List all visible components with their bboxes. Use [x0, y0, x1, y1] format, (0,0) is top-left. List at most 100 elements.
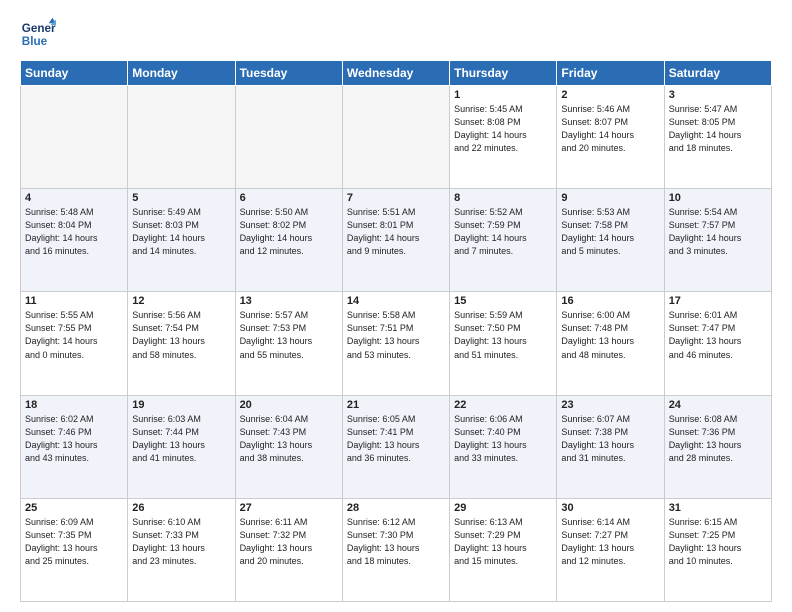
- calendar-week-row: 18 Sunrise: 6:02 AMSunset: 7:46 PMDayligh…: [21, 395, 772, 498]
- day-number: 21: [347, 399, 445, 411]
- calendar-cell: 5 Sunrise: 5:49 AMSunset: 8:03 PMDaylight…: [128, 189, 235, 292]
- calendar-cell: [342, 86, 449, 189]
- calendar-cell: 1 Sunrise: 5:45 AMSunset: 8:08 PMDaylight…: [450, 86, 557, 189]
- day-number: 7: [347, 192, 445, 204]
- day-number: 20: [240, 399, 338, 411]
- calendar-cell: 25Sunrise: 6:09 AMSunset: 7:35 PMDayligh…: [21, 498, 128, 601]
- day-info: Sunrise: 6:07 AMSunset: 7:38 PMDaylight:…: [561, 413, 659, 465]
- calendar-header-day: Friday: [557, 61, 664, 86]
- day-info: Sunrise: 6:12 AMSunset: 7:30 PMDaylight:…: [347, 516, 445, 568]
- calendar-cell: 7Sunrise: 5:51 AMSunset: 8:01 PMDaylight…: [342, 189, 449, 292]
- day-info: Sunrise: 6:01 AMSunset: 7:47 PMDaylight:…: [669, 309, 767, 361]
- calendar-cell: 21 Sunrise: 6:05 AMSunset: 7:41 PMDayligh…: [342, 395, 449, 498]
- day-info: Sunrise: 6:03 AMSunset: 7:44 PMDaylight:…: [132, 413, 230, 465]
- calendar-cell: 20 Sunrise: 6:04 AMSunset: 7:43 PMDayligh…: [235, 395, 342, 498]
- day-info: Sunrise: 6:00 AMSunset: 7:48 PMDaylight:…: [561, 309, 659, 361]
- calendar-cell: 22 Sunrise: 6:06 AMSunset: 7:40 PMDayligh…: [450, 395, 557, 498]
- day-info: Sunrise: 5:52 AMSunset: 7:59 PMDaylight:…: [454, 206, 552, 258]
- calendar-header-day: Saturday: [664, 61, 771, 86]
- day-number: 27: [240, 502, 338, 514]
- calendar-cell: 12 Sunrise: 5:56 AMSunset: 7:54 PMDayligh…: [128, 292, 235, 395]
- day-info: Sunrise: 6:05 AMSunset: 7:41 PMDaylight:…: [347, 413, 445, 465]
- calendar-cell: 26 Sunrise: 6:10 AMSunset: 7:33 PMDayligh…: [128, 498, 235, 601]
- day-info: Sunrise: 5:46 AMSunset: 8:07 PMDaylight:…: [561, 103, 659, 155]
- day-number: 14: [347, 295, 445, 307]
- calendar-cell: 6Sunrise: 5:50 AMSunset: 8:02 PMDaylight…: [235, 189, 342, 292]
- day-info: Sunrise: 6:10 AMSunset: 7:33 PMDaylight:…: [132, 516, 230, 568]
- calendar-cell: 9Sunrise: 5:53 AMSunset: 7:58 PMDaylight…: [557, 189, 664, 292]
- day-number: 13: [240, 295, 338, 307]
- day-info: Sunrise: 6:13 AMSunset: 7:29 PMDaylight:…: [454, 516, 552, 568]
- calendar-cell: 3 Sunrise: 5:47 AMSunset: 8:05 PMDaylight…: [664, 86, 771, 189]
- calendar-cell: [128, 86, 235, 189]
- header: General Blue: [20, 16, 772, 52]
- day-info: Sunrise: 5:56 AMSunset: 7:54 PMDaylight:…: [132, 309, 230, 361]
- calendar-cell: [235, 86, 342, 189]
- day-number: 30: [561, 502, 659, 514]
- day-number: 19: [132, 399, 230, 411]
- day-number: 5: [132, 192, 230, 204]
- calendar-cell: 10Sunrise: 5:54 AMSunset: 7:57 PMDayligh…: [664, 189, 771, 292]
- calendar-table: SundayMondayTuesdayWednesdayThursdayFrid…: [20, 60, 772, 602]
- calendar-cell: 4 Sunrise: 5:48 AMSunset: 8:04 PMDaylight…: [21, 189, 128, 292]
- page: General Blue SundayMondayTuesdayWednesda…: [0, 0, 792, 612]
- day-number: 22: [454, 399, 552, 411]
- day-number: 11: [25, 295, 123, 307]
- calendar-cell: 29 Sunrise: 6:13 AMSunset: 7:29 PMDayligh…: [450, 498, 557, 601]
- calendar-cell: 8Sunrise: 5:52 AMSunset: 7:59 PMDaylight…: [450, 189, 557, 292]
- calendar-cell: 14 Sunrise: 5:58 AMSunset: 7:51 PMDayligh…: [342, 292, 449, 395]
- day-info: Sunrise: 5:55 AMSunset: 7:55 PMDaylight:…: [25, 309, 123, 361]
- day-number: 1: [454, 89, 552, 101]
- day-info: Sunrise: 6:08 AMSunset: 7:36 PMDaylight:…: [669, 413, 767, 465]
- day-info: Sunrise: 5:48 AMSunset: 8:04 PMDaylight:…: [25, 206, 123, 258]
- day-info: Sunrise: 5:57 AMSunset: 7:53 PMDaylight:…: [240, 309, 338, 361]
- day-info: Sunrise: 5:49 AMSunset: 8:03 PMDaylight:…: [132, 206, 230, 258]
- day-info: Sunrise: 6:04 AMSunset: 7:43 PMDaylight:…: [240, 413, 338, 465]
- day-info: Sunrise: 6:11 AMSunset: 7:32 PMDaylight:…: [240, 516, 338, 568]
- day-number: 26: [132, 502, 230, 514]
- svg-text:Blue: Blue: [22, 35, 48, 48]
- day-number: 25: [25, 502, 123, 514]
- day-info: Sunrise: 6:14 AMSunset: 7:27 PMDaylight:…: [561, 516, 659, 568]
- day-number: 10: [669, 192, 767, 204]
- calendar-cell: 19 Sunrise: 6:03 AMSunset: 7:44 PMDayligh…: [128, 395, 235, 498]
- calendar-header-day: Sunday: [21, 61, 128, 86]
- day-number: 28: [347, 502, 445, 514]
- logo: General Blue: [20, 16, 56, 52]
- day-number: 17: [669, 295, 767, 307]
- calendar-cell: 24 Sunrise: 6:08 AMSunset: 7:36 PMDayligh…: [664, 395, 771, 498]
- logo-icon: General Blue: [20, 16, 56, 52]
- day-number: 15: [454, 295, 552, 307]
- day-number: 18: [25, 399, 123, 411]
- day-number: 24: [669, 399, 767, 411]
- day-number: 6: [240, 192, 338, 204]
- calendar-cell: 30 Sunrise: 6:14 AMSunset: 7:27 PMDayligh…: [557, 498, 664, 601]
- day-info: Sunrise: 6:06 AMSunset: 7:40 PMDaylight:…: [454, 413, 552, 465]
- day-info: Sunrise: 6:02 AMSunset: 7:46 PMDaylight:…: [25, 413, 123, 465]
- calendar-header-day: Tuesday: [235, 61, 342, 86]
- calendar-cell: 15 Sunrise: 5:59 AMSunset: 7:50 PMDayligh…: [450, 292, 557, 395]
- calendar-header-day: Thursday: [450, 61, 557, 86]
- day-number: 3: [669, 89, 767, 101]
- calendar-header-day: Monday: [128, 61, 235, 86]
- calendar-header-row: SundayMondayTuesdayWednesdayThursdayFrid…: [21, 61, 772, 86]
- calendar-week-row: 4 Sunrise: 5:48 AMSunset: 8:04 PMDaylight…: [21, 189, 772, 292]
- calendar-cell: 17 Sunrise: 6:01 AMSunset: 7:47 PMDayligh…: [664, 292, 771, 395]
- day-number: 16: [561, 295, 659, 307]
- day-number: 9: [561, 192, 659, 204]
- calendar-cell: 13 Sunrise: 5:57 AMSunset: 7:53 PMDayligh…: [235, 292, 342, 395]
- day-number: 31: [669, 502, 767, 514]
- calendar-cell: 28 Sunrise: 6:12 AMSunset: 7:30 PMDayligh…: [342, 498, 449, 601]
- day-number: 12: [132, 295, 230, 307]
- day-info: Sunrise: 5:59 AMSunset: 7:50 PMDaylight:…: [454, 309, 552, 361]
- calendar-cell: 18 Sunrise: 6:02 AMSunset: 7:46 PMDayligh…: [21, 395, 128, 498]
- calendar-week-row: 11 Sunrise: 5:55 AMSunset: 7:55 PMDayligh…: [21, 292, 772, 395]
- day-info: Sunrise: 5:58 AMSunset: 7:51 PMDaylight:…: [347, 309, 445, 361]
- calendar-cell: 16 Sunrise: 6:00 AMSunset: 7:48 PMDayligh…: [557, 292, 664, 395]
- day-number: 29: [454, 502, 552, 514]
- day-number: 23: [561, 399, 659, 411]
- day-number: 4: [25, 192, 123, 204]
- svg-text:General: General: [22, 22, 56, 35]
- day-info: Sunrise: 5:45 AMSunset: 8:08 PMDaylight:…: [454, 103, 552, 155]
- day-info: Sunrise: 5:47 AMSunset: 8:05 PMDaylight:…: [669, 103, 767, 155]
